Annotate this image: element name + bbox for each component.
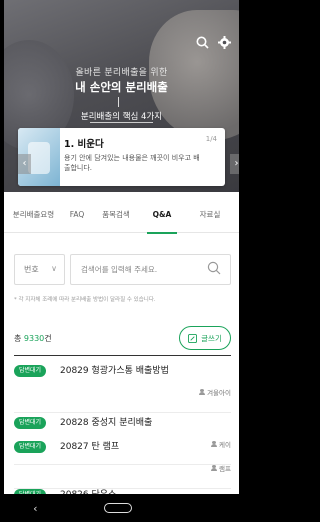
post-title[interactable]: 20828 중성지 분리배출 [60,415,152,428]
total-prefix: 총 [14,334,24,343]
total-number: 9330 [23,334,45,343]
hero-divider [118,97,119,107]
search-input[interactable] [71,255,191,284]
chevron-left-icon: ‹ [22,158,27,169]
search-icon[interactable] [207,261,221,275]
home-icon[interactable] [103,503,132,513]
hero-tagline: 분리배출의 핵심 4가지 [80,112,163,122]
user-icon [211,465,218,471]
back-icon[interactable]: ‹ [33,502,37,515]
chevron-down-icon: ∨ [51,264,57,273]
system-nav-bar: ‹ [0,494,243,522]
tab-faq[interactable]: FAQ [63,206,91,233]
post-title[interactable]: 20827 탄 램프 [60,439,119,452]
total-suffix: 건 [44,334,52,343]
carousel-prev-button[interactable]: ‹ [18,154,31,174]
tip-card-title: 1. 비운다 [64,139,104,150]
search-field-select-label: 번호 [24,265,39,274]
hero-subtitle: 올바른 분리배출을 위한 [75,68,168,78]
user-icon [199,389,206,395]
status-badge: 답변대기 [14,365,47,377]
write-button-label: 글쓰기 [201,333,222,343]
tab-bar: 분리배출요령 FAQ 품목검색 Q&A 자료실 [4,206,239,234]
search-field-select[interactable]: 번호 ∨ [14,254,65,285]
post-author: 램프 [211,463,231,473]
post-title[interactable]: 20829 형광가스통 배출방법 [60,363,169,376]
total-count: 총 9330건 [14,333,52,344]
list-item[interactable]: 답변대기 20827 탄 램프 램프 [14,437,231,489]
search-input-box[interactable] [70,254,231,285]
search-notice: * 각 지자체 조례에 따라 분리배출 방법이 달라질 수 있습니다. [14,297,156,303]
tab-guide[interactable]: 분리배출요령 [4,206,63,233]
tip-card[interactable]: 1. 비운다 용기 안에 담겨있는 내용물은 깨끗이 비우고 배출합니다. 1/… [18,128,225,186]
search-bar: 번호 ∨ [14,254,231,285]
carousel-next-button[interactable]: › [230,154,239,174]
post-author-name: 겨울아이 [207,389,231,397]
hero-title: 내 손안의 분리배출 [75,80,168,94]
tab-item-search[interactable]: 품목검색 [91,206,141,233]
post-author: 겨울아이 [199,387,231,397]
write-button[interactable]: 글쓰기 [179,326,231,350]
tip-card-page-indicator: 1/4 [205,135,217,143]
hero-tagline-underline [90,122,153,123]
status-badge: 답변대기 [14,417,47,429]
list-item[interactable]: 답변대기 20829 형광가스통 배출방법 겨울아이 [14,361,231,413]
tab-archive[interactable]: 자료실 [185,206,235,233]
search-icon[interactable] [196,36,209,52]
hero-actions [196,36,231,52]
list-top-border [14,355,231,356]
app-screen: 올바른 분리배출을 위한 내 손안의 분리배출 분리배출의 핵심 4가지 1. … [4,0,239,522]
post-author-name: 램프 [219,465,231,473]
status-badge: 답변대기 [14,441,47,453]
pencil-icon [188,333,198,343]
tip-card-body: 용기 안에 담겨있는 내용물은 깨끗이 비우고 배출합니다. [64,154,200,172]
chevron-right-icon: › [234,158,239,169]
gear-icon[interactable] [218,36,231,52]
tab-qna[interactable]: Q&A [147,206,177,234]
